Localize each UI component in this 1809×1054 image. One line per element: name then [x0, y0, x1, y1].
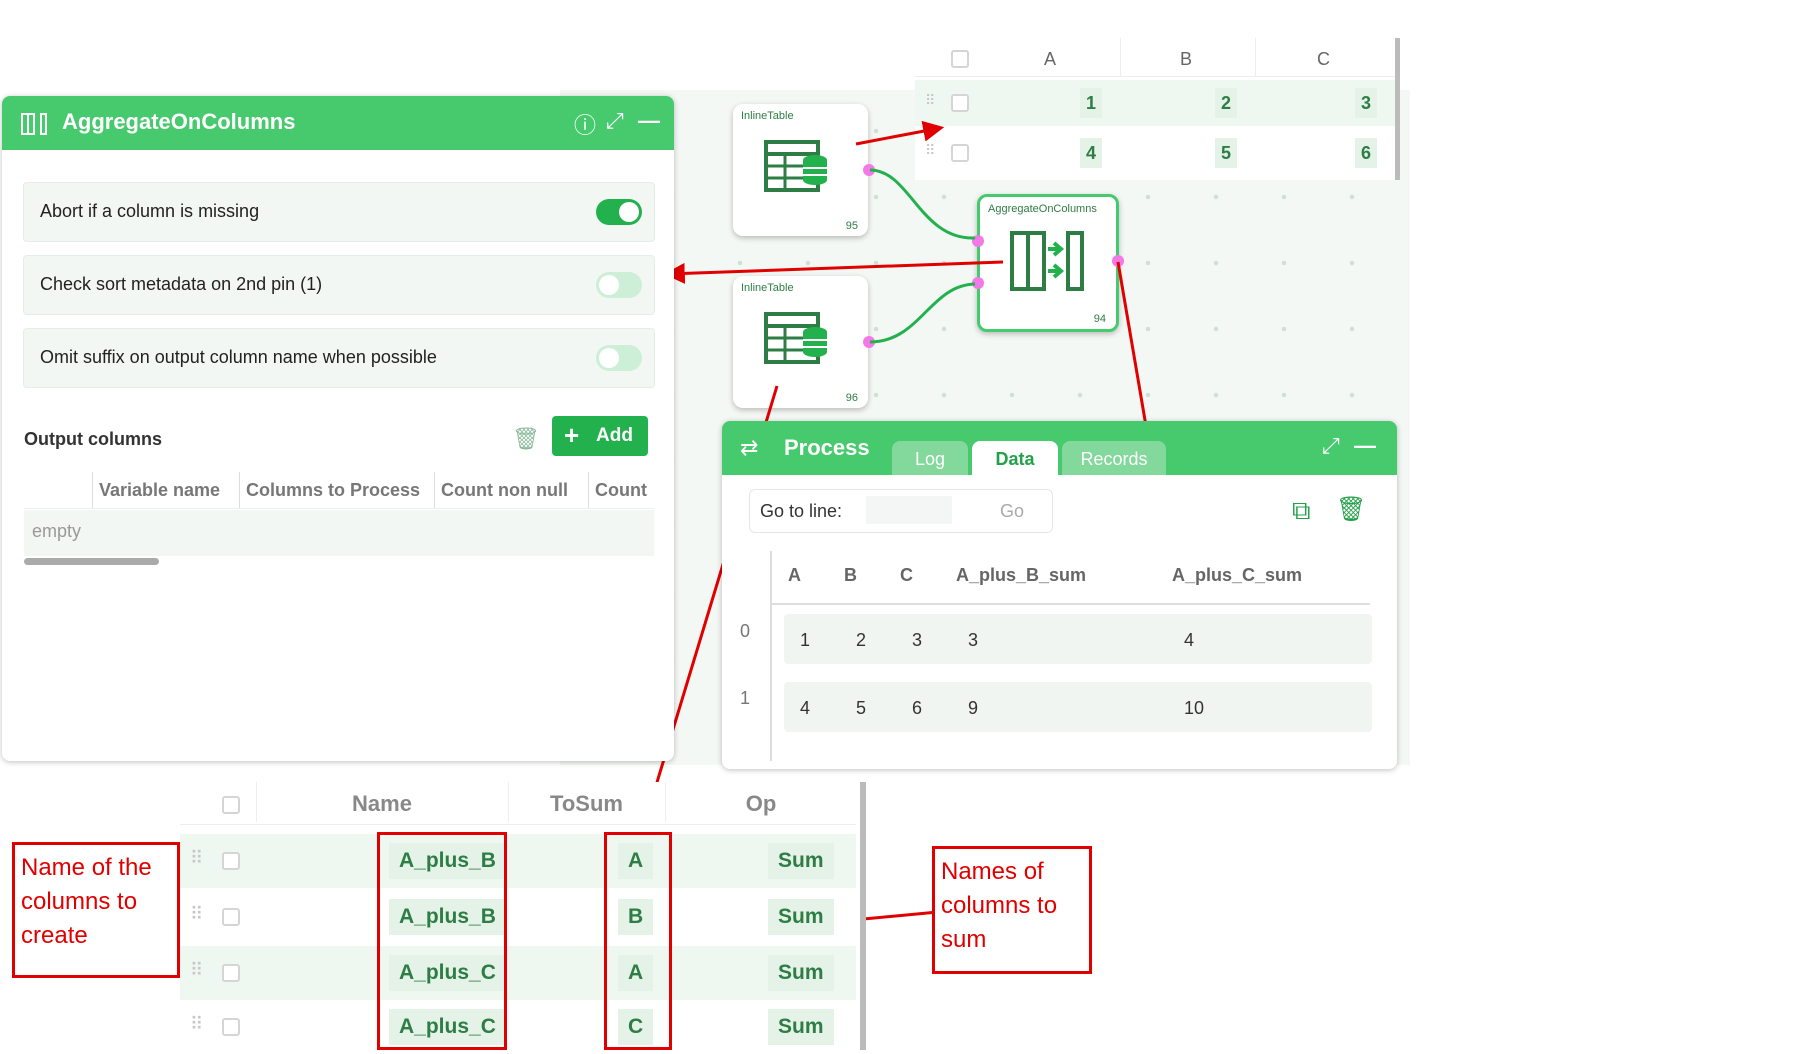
highlight-name-column [377, 832, 507, 1050]
output-columns-title: Output columns [24, 429, 162, 449]
process-panel: ⇄ Process Log Data Records ⤢ — Go to lin… [722, 421, 1397, 769]
row-checkbox[interactable] [222, 852, 240, 870]
go-button[interactable]: Go [1000, 501, 1024, 522]
cell-value: 9 [968, 698, 979, 718]
cell-value: 4 [1184, 630, 1195, 650]
aggregate-columns-icon [21, 113, 47, 135]
config-table: Name ToSum Op ⠿ A_plus_B A Sum ⠿ A_plus_… [180, 782, 866, 1054]
trash-icon[interactable]: 🗑 [512, 426, 540, 452]
cell-value: 5 [856, 698, 867, 718]
minimize-icon[interactable]: — [1354, 433, 1376, 459]
op-cell[interactable]: Sum [768, 843, 834, 879]
goto-line-box: Go to line: Go [749, 489, 1053, 533]
highlight-tosum-column [604, 832, 672, 1050]
column-header: A_plus_C_sum [1172, 565, 1303, 585]
cell-value: 6 [912, 698, 923, 718]
connection-wire [869, 282, 976, 344]
column-header: C [900, 565, 913, 585]
toggle-switch[interactable] [596, 272, 642, 298]
process-icon: ⇄ [740, 435, 759, 460]
row-checkbox[interactable] [222, 908, 240, 926]
add-button-label: Add [596, 425, 633, 446]
toggle-switch[interactable] [596, 345, 642, 371]
process-title: Process [784, 435, 870, 460]
column-header-op: Op [665, 782, 856, 822]
column-header: Columns to Process [239, 472, 432, 508]
expand-icon[interactable]: ⤢ [606, 108, 624, 134]
goto-line-label: Go to line: [760, 501, 843, 521]
drag-handle-icon[interactable]: ⠿ [190, 1014, 203, 1035]
connection-wire [869, 168, 976, 240]
trash-icon[interactable]: 🗑 [1336, 495, 1366, 524]
empty-label: empty [32, 521, 82, 541]
option-label: Abort if a column is missing [40, 201, 260, 221]
drag-handle-icon[interactable]: ⠿ [190, 904, 203, 925]
table-row: ⠿ A_plus_B A Sum [180, 834, 856, 888]
callout-columns-to-sum: Names of columns to sum [932, 846, 1092, 974]
aggregate-settings-panel: AggregateOnColumns ⓘ ⤢ — Abort if a colu… [2, 96, 674, 761]
table-row [784, 614, 1372, 664]
column-header-name: Name [256, 782, 507, 822]
table-row [784, 682, 1372, 732]
add-button[interactable]: + Add [552, 416, 648, 456]
option-check-sort: Check sort metadata on 2nd pin (1) [23, 255, 655, 315]
cell-value: 1 [800, 630, 811, 650]
panel-title: AggregateOnColumns [62, 109, 296, 134]
config-table-header: Name ToSum Op [180, 782, 856, 825]
annotation-arrow [855, 120, 945, 146]
cell-value: 10 [1184, 698, 1205, 718]
column-header: Count [588, 472, 655, 508]
option-abort-missing: Abort if a column is missing [23, 182, 655, 242]
row-checkbox[interactable] [222, 964, 240, 982]
toggle-switch[interactable] [596, 199, 642, 225]
horizontal-scrollbar[interactable] [24, 558, 159, 565]
help-icon[interactable]: ⓘ [574, 108, 596, 140]
option-label: Check sort metadata on 2nd pin (1) [40, 274, 323, 294]
empty-row: empty [24, 510, 654, 556]
column-header-tosum: ToSum [508, 782, 664, 822]
drag-handle-icon[interactable]: ⠿ [190, 960, 203, 981]
cell-value: 3 [912, 630, 923, 650]
column-header: A [788, 565, 801, 585]
process-header: ⇄ Process Log Data Records ⤢ — [722, 421, 1397, 475]
op-cell[interactable]: Sum [768, 1009, 834, 1045]
cell-value: 2 [856, 630, 867, 650]
option-omit-suffix: Omit suffix on output column name when p… [23, 328, 655, 388]
table-row: ⠿ A_plus_C A Sum [180, 946, 856, 1000]
goto-line-input[interactable] [866, 496, 952, 524]
cell-value: 4 [800, 698, 811, 718]
drag-handle-icon[interactable]: ⠿ [190, 848, 203, 869]
scrollbar[interactable] [860, 782, 866, 1050]
table-row: ⠿ A_plus_B B Sum [180, 890, 856, 944]
tab-log[interactable]: Log [892, 441, 968, 475]
op-cell[interactable]: Sum [768, 899, 834, 935]
expand-icon[interactable]: ⤢ [1322, 433, 1340, 459]
table-row: ⠿ A_plus_C C Sum [180, 1000, 856, 1054]
callout-columns-to-create: Name of the columns to create [12, 842, 180, 978]
row-index-divider [770, 551, 772, 761]
column-header: Variable name [92, 472, 239, 508]
tab-data[interactable]: Data [972, 441, 1058, 475]
plus-icon: + [564, 420, 580, 450]
column-header: B [844, 565, 857, 585]
select-all-checkbox[interactable] [222, 796, 240, 814]
copy-icon[interactable]: ⧉ [1292, 495, 1311, 527]
panel-header: AggregateOnColumns ⓘ ⤢ — [2, 96, 674, 150]
cell-value: 3 [968, 630, 979, 650]
row-index: 0 [740, 621, 751, 641]
op-cell[interactable]: Sum [768, 955, 834, 991]
column-header: Count non null [434, 472, 575, 508]
annotation-arrow [663, 260, 1004, 284]
column-header: A_plus_B_sum [956, 565, 1087, 585]
row-index: 1 [740, 688, 751, 708]
tab-records[interactable]: Records [1062, 441, 1166, 475]
minimize-icon[interactable]: — [638, 108, 660, 134]
row-checkbox[interactable] [222, 1018, 240, 1036]
option-label: Omit suffix on output column name when p… [40, 347, 437, 367]
